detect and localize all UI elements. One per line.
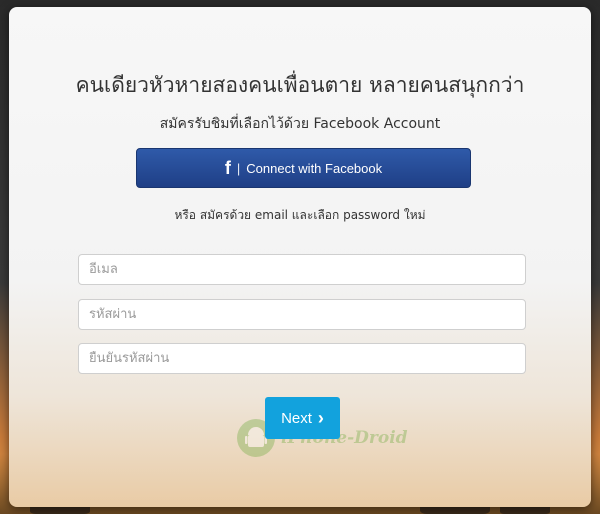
connect-facebook-label: Connect with Facebook [246, 160, 383, 176]
next-button-label: Next [281, 409, 312, 427]
confirm-password-field[interactable] [78, 343, 526, 374]
connect-facebook-button[interactable]: f | Connect with Facebook [136, 148, 471, 188]
button-separator: | [236, 160, 241, 176]
next-button[interactable]: Next › [265, 397, 340, 439]
page-title: คนเดียวหัวหายสองคนเพื่อนตาย หลายคนสนุกกว… [75, 73, 525, 97]
facebook-icon: f [224, 157, 231, 178]
signup-card: คนเดียวหัวหายสองคนเพื่อนตาย หลายคนสนุกกว… [9, 7, 591, 507]
alternative-signup-text: หรือ สมัครด้วย email และเลือก password ใ… [174, 208, 426, 222]
email-field[interactable] [78, 254, 526, 285]
password-field[interactable] [78, 299, 526, 330]
chevron-right-icon: › [317, 407, 324, 428]
subtitle: สมัครรับชิมที่เลือกไว้ด้วย Facebook Acco… [159, 116, 441, 132]
